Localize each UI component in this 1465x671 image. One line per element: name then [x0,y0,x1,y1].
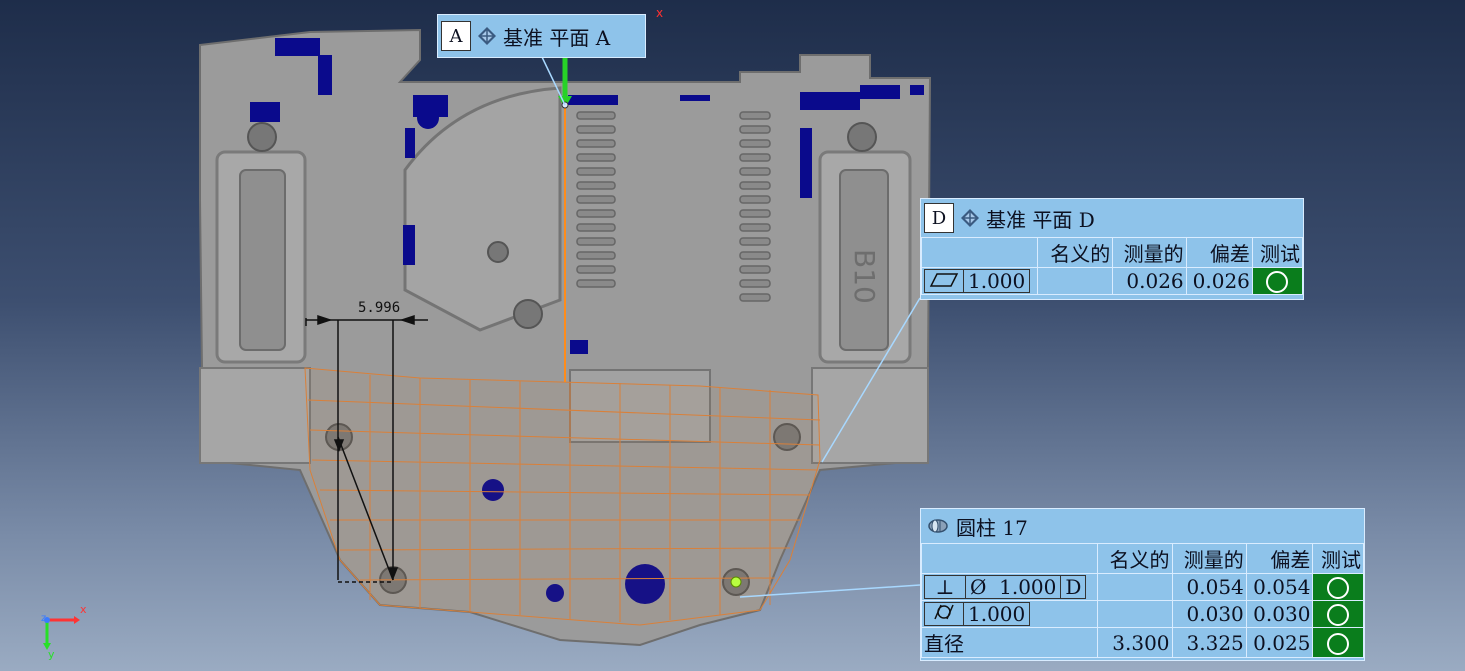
dimension-value: 5.996 [358,300,401,316]
table-row: 1.000 0.030 0.030 [920,600,1364,628]
measured-value: 0.054 [1171,573,1247,601]
cylinder-callout[interactable]: 圆柱 17 名义的 测量的 偏差 测试 ⊥ Ø 1.000 D 0.054 0.… [920,508,1365,661]
header-deviation: 偏差 [1185,237,1253,268]
axis-y-label: y [48,648,55,661]
nominal-value [1037,267,1114,295]
pass-circle-icon [1327,632,1350,655]
deviation-value: 0.054 [1245,573,1314,601]
diameter-symbol: Ø [970,575,987,599]
header-test: 测试 [1251,237,1304,268]
header-nominal: 名义的 [1037,237,1114,268]
header-test: 测试 [1312,543,1364,574]
table-row: 1.000 0.026 0.026 [920,267,1304,295]
perpendicularity-icon: ⊥ [925,576,966,598]
selected-point[interactable] [730,576,742,588]
cylindricity-icon [925,603,964,625]
pass-circle-icon [1327,604,1350,627]
flatness-icon [925,270,964,292]
perpendicularity-tolerance: ⊥ Ø 1.000 D [924,575,1087,599]
datum-a-title: 基准 平面 A [503,25,611,50]
datum-plane-icon [478,27,496,45]
cylinder-table: 名义的 测量的 偏差 测试 ⊥ Ø 1.000 D 0.054 0.054 1.… [920,543,1364,658]
datum-d-title: 基准 平面 D [986,207,1095,232]
axis-triad [43,616,80,650]
pass-indicator [1312,600,1364,628]
datum-reference: D [1065,575,1082,599]
table-row: 直径 3.300 3.325 0.025 [920,627,1364,658]
datum-letter-box: A [441,21,471,51]
cylinder-mesh [304,367,821,626]
datum-d-callout[interactable]: D 基准 平面 D 名义的 测量的 偏差 测试 1.000 0.026 0.02… [920,198,1304,300]
datum-a-callout[interactable]: A 基准 平面 A [437,14,646,58]
datum-plane-icon [961,209,979,227]
pass-circle-icon [1327,577,1350,600]
cylinder-title: 圆柱 17 [956,515,1028,540]
deviation-value: 0.025 [1245,627,1314,658]
datum-letter-box: D [924,203,954,233]
header-measured: 测量的 [1112,237,1187,268]
header-measured: 测量的 [1171,543,1247,574]
pass-indicator [1312,627,1364,658]
cylinder-icon [928,519,948,533]
close-icon[interactable]: x [656,6,663,20]
measured-value: 0.030 [1171,600,1247,628]
flatness-tolerance: 1.000 [924,269,1031,293]
nominal-value: 3.300 [1097,627,1173,658]
measured-value: 3.325 [1171,627,1247,658]
axis-x-label: x [80,603,87,616]
header-nominal: 名义的 [1097,543,1173,574]
axis-z-label: z [41,613,47,624]
measured-value: 0.026 [1112,267,1187,295]
deviation-value: 0.030 [1245,600,1314,628]
header-deviation: 偏差 [1245,543,1314,574]
deviation-value: 0.026 [1185,267,1253,295]
cylindricity-tolerance: 1.000 [924,602,1031,626]
datum-d-table: 名义的 测量的 偏差 测试 1.000 0.026 0.026 [920,237,1304,295]
pass-indicator [1312,573,1364,601]
svg-text:B10: B10 [848,249,881,304]
pass-indicator [1251,267,1304,295]
table-row: ⊥ Ø 1.000 D 0.054 0.054 [920,573,1364,601]
pass-circle-icon [1266,271,1289,294]
diameter-label: 直径 [920,627,1099,658]
